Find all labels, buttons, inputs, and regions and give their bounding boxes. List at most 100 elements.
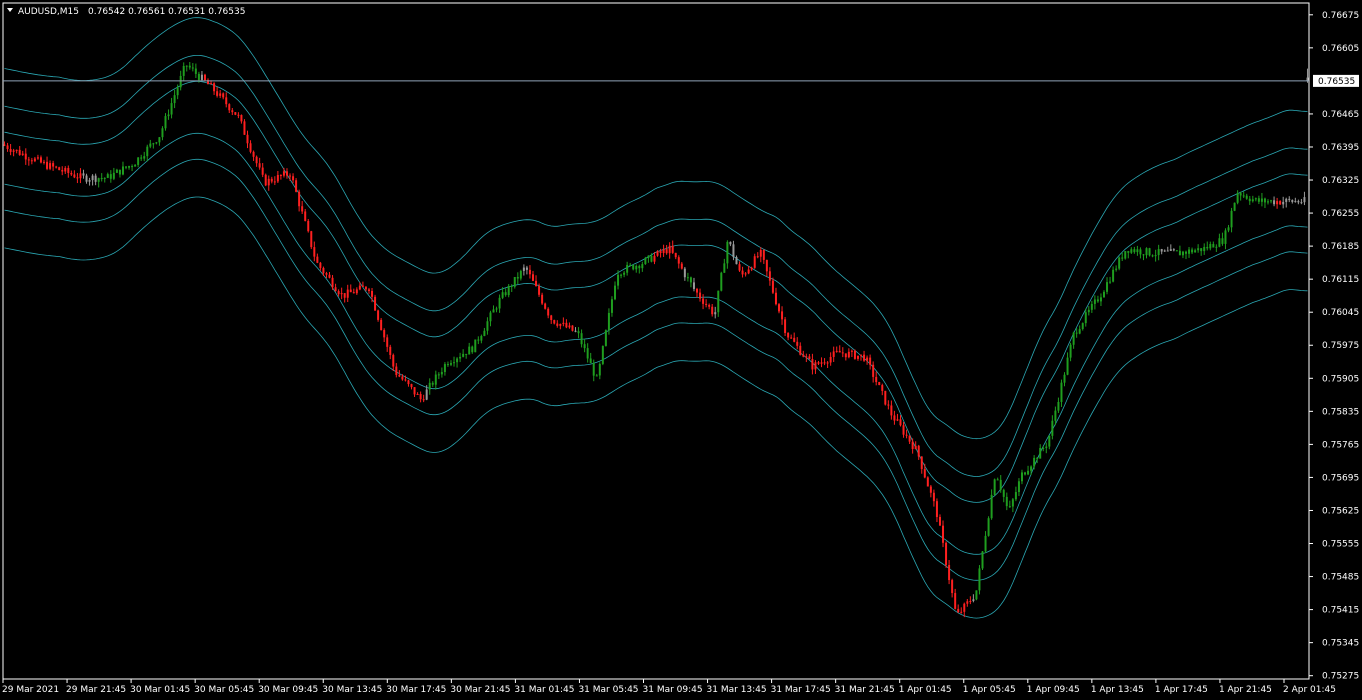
candle (598, 362, 601, 380)
band-line (4, 55, 1308, 477)
candle (802, 350, 805, 358)
candle (829, 352, 832, 366)
candle (240, 114, 243, 124)
candle (1224, 228, 1227, 250)
candle (504, 288, 507, 297)
candle (1160, 248, 1163, 255)
candle (610, 296, 613, 317)
candle (465, 353, 468, 359)
y-tick-label: 0.76115 (1322, 275, 1359, 285)
candle (67, 165, 70, 178)
candle (112, 167, 115, 181)
candle (1172, 248, 1175, 252)
candle (428, 378, 431, 395)
candle (677, 255, 680, 269)
candle (1148, 247, 1151, 257)
candle (790, 334, 793, 339)
candle (310, 230, 313, 250)
candle (489, 310, 492, 327)
candle (544, 302, 547, 310)
candle (246, 130, 249, 149)
candle (443, 362, 446, 376)
candle (1087, 306, 1090, 316)
candle (483, 327, 486, 337)
candle (948, 559, 951, 585)
candle (46, 156, 49, 171)
candle (1051, 415, 1054, 440)
x-tick-label: 31 Mar 05:45 (578, 685, 638, 695)
candle (316, 253, 319, 264)
band-line (4, 81, 1308, 503)
candle (1200, 248, 1203, 256)
candle (1209, 241, 1212, 251)
candle (1279, 200, 1282, 205)
candle (535, 275, 538, 287)
candle (847, 348, 850, 359)
candle (301, 200, 304, 215)
dropdown-triangle-icon[interactable] (7, 8, 13, 12)
candle (392, 353, 395, 371)
candle (282, 167, 285, 178)
candle (580, 329, 583, 348)
candle (243, 119, 246, 135)
candle (161, 126, 164, 141)
candle (164, 113, 167, 131)
y-tick-label: 0.75975 (1322, 341, 1359, 351)
candle (43, 159, 46, 165)
candle (389, 344, 392, 360)
y-tick-label: 0.75835 (1322, 407, 1359, 417)
x-tick-label: 29 Mar 21:45 (66, 685, 126, 695)
candle (307, 219, 310, 233)
candle (480, 334, 483, 344)
candle (872, 361, 875, 383)
candle (793, 332, 796, 343)
candle (222, 92, 225, 100)
candle (683, 266, 686, 281)
candle (1090, 300, 1093, 313)
candle (1263, 197, 1266, 209)
candle (647, 255, 650, 263)
candle (337, 289, 340, 297)
candle (106, 172, 109, 179)
candle (453, 356, 456, 367)
candle (668, 242, 671, 259)
candle (12, 148, 15, 157)
candle (1024, 471, 1027, 476)
candle (134, 164, 137, 167)
candle (1124, 251, 1127, 260)
candle (1154, 249, 1157, 262)
candle (30, 157, 33, 165)
x-tick-label: 30 Mar 13:45 (322, 685, 382, 695)
candle (343, 293, 346, 303)
candle (383, 328, 386, 343)
candle (1048, 435, 1051, 450)
candle (319, 261, 322, 271)
candle (863, 350, 866, 362)
candle (213, 82, 216, 95)
candle (860, 354, 863, 361)
candle (21, 150, 24, 156)
candle (1270, 199, 1273, 204)
candle (1030, 465, 1033, 476)
current-price-label: 0.76535 (1318, 77, 1355, 87)
candle (459, 352, 462, 363)
candle (292, 173, 295, 184)
candle (449, 360, 452, 367)
candle (200, 71, 203, 81)
candle (386, 334, 389, 352)
candle (565, 319, 568, 329)
candle (990, 489, 993, 520)
candle (993, 478, 996, 496)
candle (577, 327, 580, 339)
candle (1169, 244, 1172, 251)
candle (131, 164, 134, 172)
y-tick-label: 0.76325 (1322, 176, 1359, 186)
candle (228, 103, 231, 114)
candle (938, 514, 941, 526)
candle (638, 264, 641, 274)
candle (562, 317, 565, 327)
candle (811, 353, 814, 375)
candle (671, 240, 674, 254)
candle (1285, 197, 1288, 208)
candle (963, 602, 966, 618)
